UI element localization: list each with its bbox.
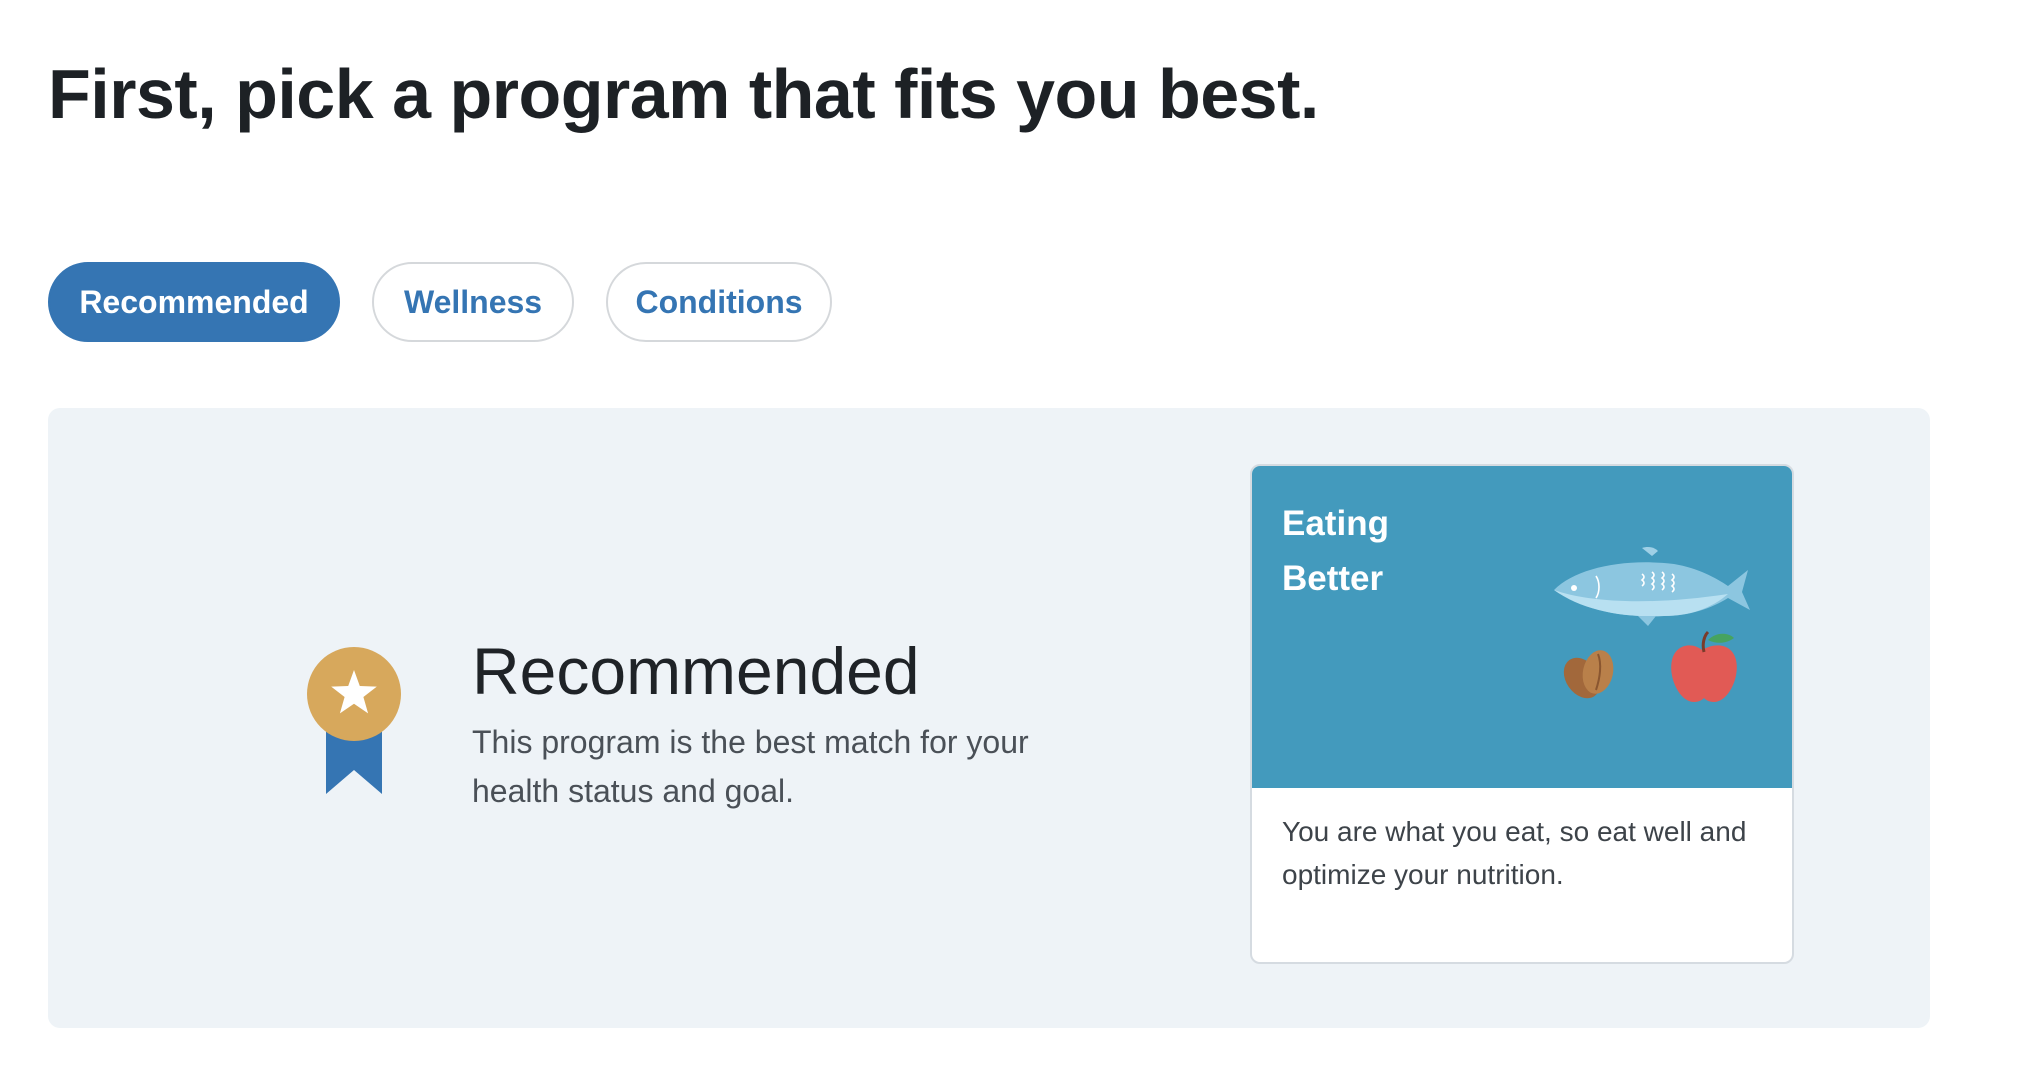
food-illustration <box>1554 547 1750 702</box>
almond-icon <box>1563 650 1614 699</box>
fish-icon <box>1554 547 1750 626</box>
program-card-description: You are what you eat, so eat well and op… <box>1282 816 1747 890</box>
recommended-description: This program is the best match for your … <box>472 724 1029 809</box>
program-tabs: Recommended Wellness Conditions <box>48 262 832 342</box>
recommended-panel: Recommended This program is the best mat… <box>48 408 1930 1028</box>
program-card-image: Eating Better <box>1252 466 1792 788</box>
program-card-eating-better[interactable]: Eating Better You are what you eat, so e… <box>1250 464 1794 964</box>
recommended-title: Recommended <box>472 634 920 708</box>
award-ribbon-icon <box>307 647 401 794</box>
page-title: First, pick a program that fits you best… <box>48 55 1319 133</box>
program-card-title: Eating Better <box>1282 504 1389 598</box>
tab-wellness[interactable]: Wellness <box>372 262 574 342</box>
tab-recommended[interactable]: Recommended <box>48 262 340 342</box>
tab-conditions[interactable]: Conditions <box>606 262 832 342</box>
apple-icon <box>1671 630 1737 702</box>
